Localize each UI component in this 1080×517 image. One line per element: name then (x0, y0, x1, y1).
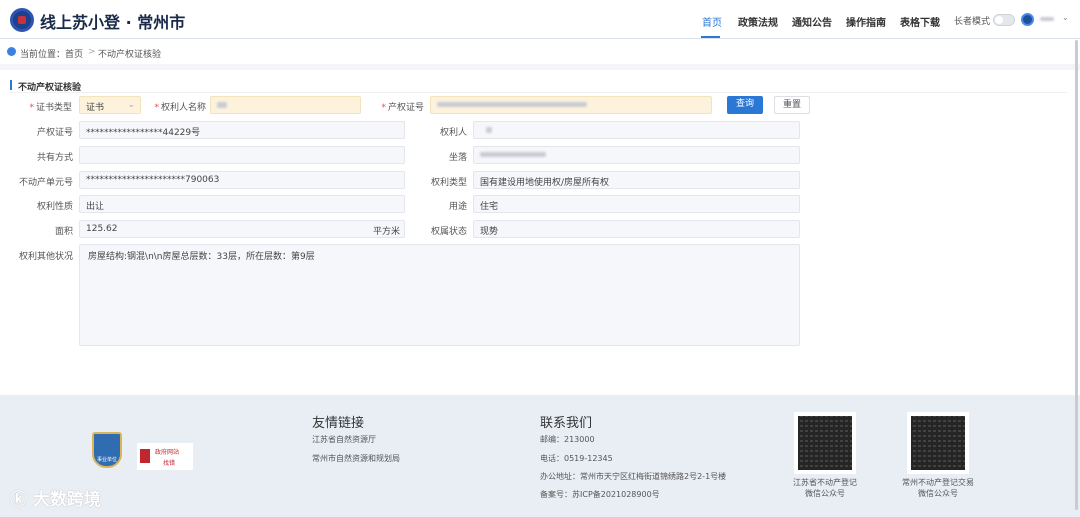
cert-no-input[interactable] (430, 96, 712, 114)
owner-result-label: 权利人 (439, 128, 467, 138)
breadcrumb-separator: > (88, 47, 96, 57)
watermark: ⓚ 大数跨境 (10, 490, 101, 510)
user-avatar[interactable] (1021, 13, 1034, 26)
right-type-label: 权利类型 (430, 178, 467, 188)
other-status-textarea: 房屋结构:钢混\n\n房屋总层数：33层，所在层数：第9层 (79, 244, 800, 346)
reset-button[interactable]: 重置 (774, 96, 810, 114)
site-title: 线上苏小登 · 常州市 (40, 13, 186, 32)
query-button[interactable]: 查询 (727, 96, 763, 114)
search-icon (140, 449, 150, 463)
location-label: 坐落 (448, 153, 467, 163)
right-type-field: 国有建设用地使用权/房屋所有权 (473, 171, 800, 189)
section-marker (10, 80, 12, 90)
breadcrumb-home[interactable]: 首页 (65, 47, 83, 60)
contact-title: 联系我们 (540, 416, 593, 431)
qr-caption-jiangsu: 江苏省不动产登记 微信公众号 (793, 478, 857, 498)
qr-code-jiangsu (794, 412, 856, 474)
nav-active-indicator (701, 36, 720, 38)
contact-icp[interactable]: 备案号：苏ICP备2021028900号 (540, 489, 660, 500)
contact-phone: 电话：0519-12345 (540, 454, 613, 463)
link-changzhou-resources[interactable]: 常州市自然资源和规划局 (312, 453, 400, 464)
nav-notice[interactable]: 通知公告 (792, 14, 832, 29)
nature-label: 权利性质 (36, 202, 73, 212)
nav-forms[interactable]: 表格下载 (900, 14, 940, 29)
status-field: 现势 (473, 220, 800, 238)
cert-type-label: * 证书类型 (29, 103, 72, 113)
area-unit: 平方米 (372, 227, 400, 237)
nav-policy[interactable]: 政策法规 (738, 14, 778, 29)
owner-name-input[interactable] (210, 96, 361, 114)
elder-mode-toggle[interactable] (993, 14, 1015, 26)
cert-type-select[interactable]: 证书 ⌄ (79, 96, 141, 114)
link-jiangsu-resources[interactable]: 江苏省自然资源厅 (312, 434, 376, 445)
other-status-label: 权利其他状况 (18, 252, 73, 262)
public-institution-badge[interactable]: 事业单位 (92, 432, 122, 468)
logo-icon (10, 8, 34, 32)
nature-field: 出让 (79, 195, 405, 213)
breadcrumb-current: 不动产权证核验 (98, 50, 162, 60)
owner-result-field (473, 121, 800, 139)
divider (10, 92, 1067, 93)
location-field (473, 146, 800, 164)
usage-field: 住宅 (473, 195, 800, 213)
chevron-down-icon: ⌄ (127, 100, 135, 110)
user-name[interactable] (1040, 17, 1054, 21)
nav-guide[interactable]: 操作指南 (846, 14, 886, 29)
cert-no-label: * 产权证号 (381, 103, 424, 113)
qr-caption-changzhou: 常州不动产登记交易 微信公众号 (902, 478, 974, 498)
top-header: 线上苏小登 · 常州市 首页 政策法规 通知公告 操作指南 表格下载 长者模式 … (0, 0, 1080, 39)
gov-site-error-badge[interactable]: 政府网站 找错 (137, 443, 193, 470)
divider (0, 64, 1080, 70)
area-label: 面积 (54, 227, 73, 237)
contact-postcode: 邮编：213000 (540, 435, 595, 444)
unit-no-label: 不动产单元号 (18, 178, 73, 188)
status-label: 权属状态 (430, 227, 467, 237)
usage-label: 用途 (448, 202, 467, 212)
scrollbar[interactable] (1075, 40, 1078, 510)
qr-code-changzhou (907, 412, 969, 474)
nav-home[interactable]: 首页 (702, 14, 722, 29)
owner-name-label: * 权利人名称 (154, 103, 206, 113)
cert-no-result-field: *****************44229号 (79, 121, 405, 139)
breadcrumb-prefix: 当前位置： (20, 50, 66, 60)
elder-mode-label: 长者模式 (954, 17, 991, 27)
contact-address: 办公地址：常州市天宁区红梅街道锦绣路2号2-1号楼 (540, 472, 727, 481)
location-pin-icon (7, 47, 16, 56)
share-label: 共有方式 (36, 153, 73, 163)
links-title: 友情链接 (312, 416, 365, 431)
area-field: 125.62 平方米 (79, 220, 405, 238)
chevron-down-icon[interactable]: ⌄ (1062, 13, 1069, 22)
unit-no-field: **********************790063 (79, 171, 405, 189)
share-field (79, 146, 405, 164)
cert-no-result-label: 产权证号 (36, 128, 73, 138)
